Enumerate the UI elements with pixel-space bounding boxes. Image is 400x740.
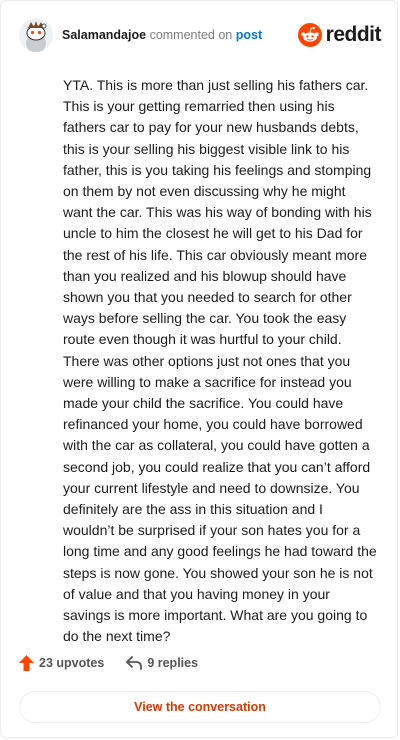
reddit-wordmark: reddit [325, 23, 382, 46]
reddit-logo-icon [297, 23, 322, 47]
snoo-avatar-icon[interactable] [19, 18, 53, 52]
reply-stat[interactable]: 9 replies [126, 656, 198, 670]
upvote-arrow-icon [19, 655, 34, 671]
upvote-count: 23 upvotes [39, 656, 105, 670]
action-text: commented on [149, 28, 233, 42]
comment-meta: Salamandajoe commented on post [62, 27, 262, 43]
username-link[interactable]: Salamandajoe [62, 28, 146, 42]
reply-count: 9 replies [147, 656, 199, 670]
reddit-brand[interactable]: reddit [297, 23, 382, 47]
embedded-comment-card: Salamandajoe commented on post reddit YT… [0, 0, 398, 738]
view-conversation-button[interactable]: View the conversation [19, 691, 381, 723]
post-link[interactable]: post [236, 28, 262, 42]
upvote-stat[interactable]: 23 upvotes [19, 655, 104, 671]
comment-body: YTA. This is more than just selling his … [63, 77, 377, 645]
comment-stats: 23 upvotes 9 replies [19, 655, 198, 671]
comment-header: Salamandajoe commented on post reddit [19, 17, 382, 53]
reply-arrow-icon [126, 656, 143, 670]
